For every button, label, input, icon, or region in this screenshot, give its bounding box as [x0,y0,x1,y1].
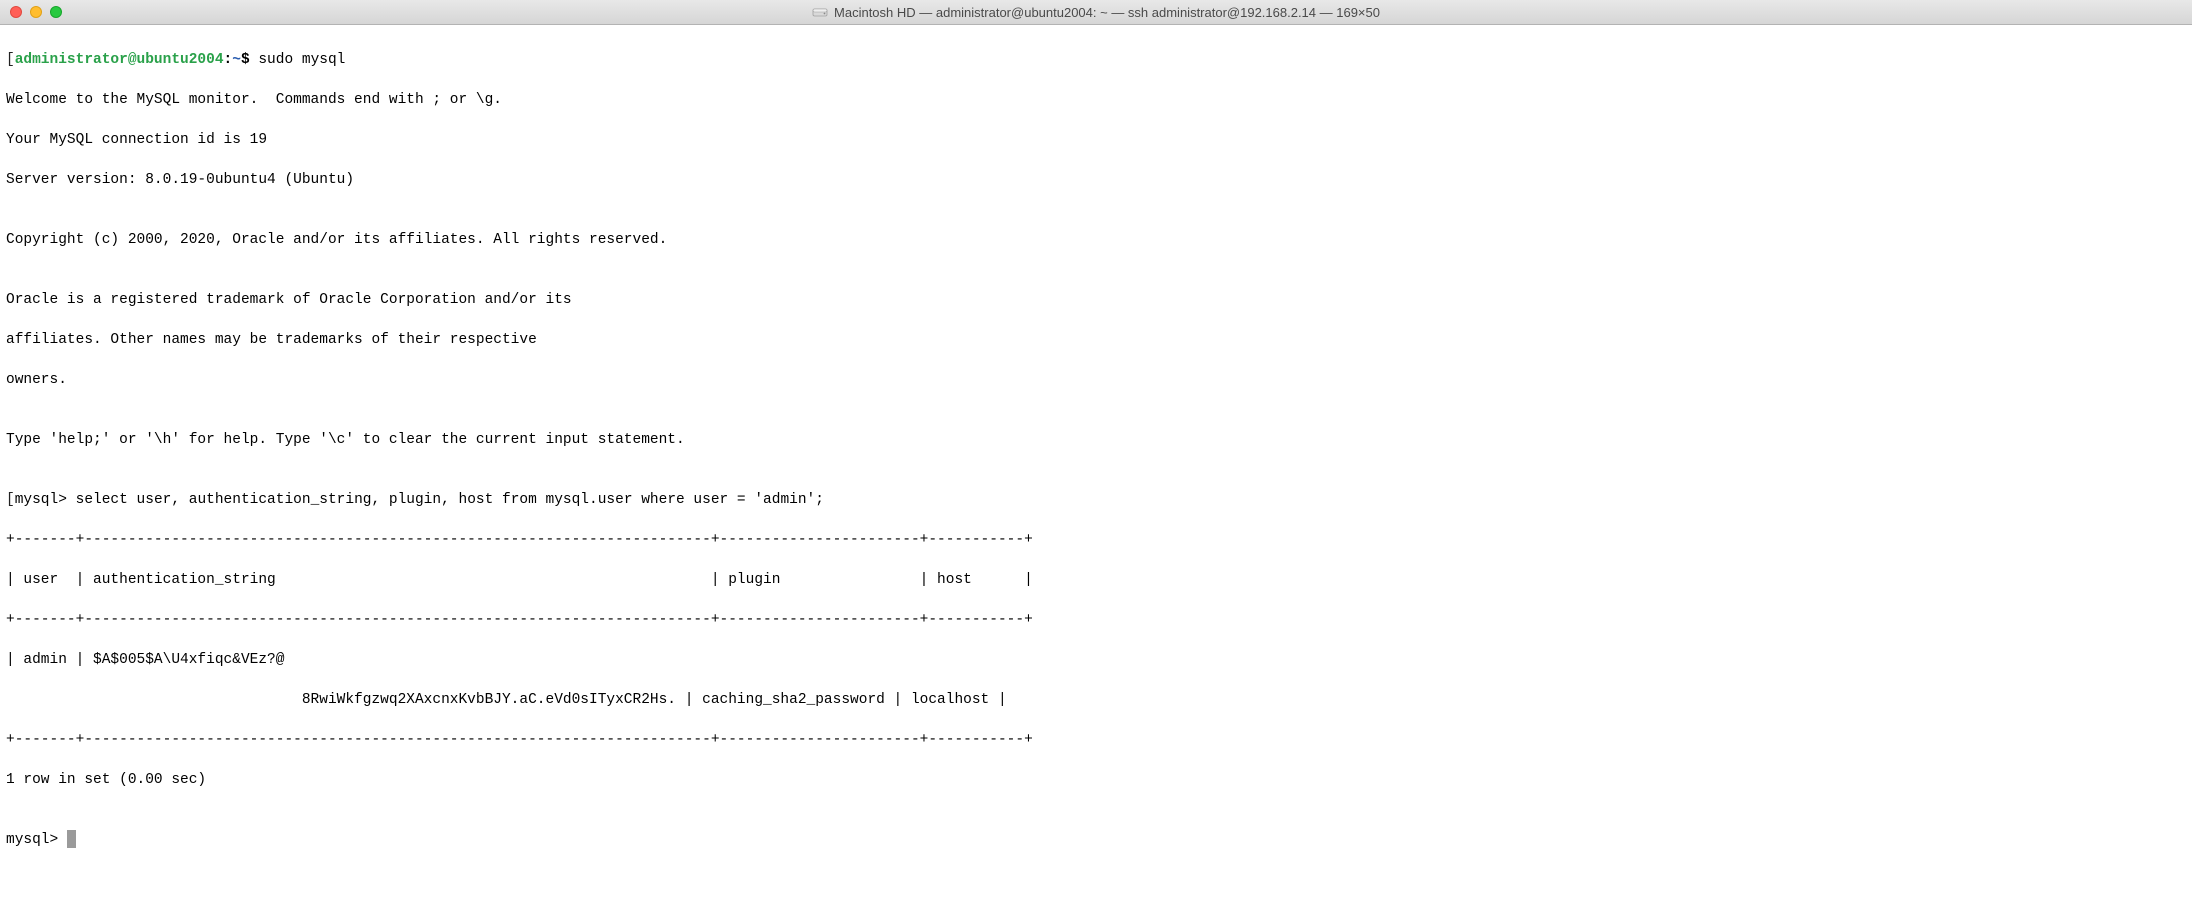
shell-command-text: sudo mysql [258,52,345,68]
close-window-button[interactable] [10,6,22,18]
mysql-table-row: | admin | $A$005$A\U4xfiqc&VEz?@ [6,650,2186,670]
shell-prompt-line: [administrator@ubuntu2004:~$ sudo mysql [6,50,2186,70]
mysql-banner-line: Welcome to the MySQL monitor. Commands e… [6,90,2186,110]
mysql-banner-line: Type 'help;' or '\h' for help. Type '\c'… [6,430,2186,450]
mysql-banner-line: Your MySQL connection id is 19 [6,130,2186,150]
mysql-banner-line: Copyright (c) 2000, 2020, Oracle and/or … [6,230,2186,250]
ps1-user-host: administrator@ubuntu2004 [15,52,224,68]
ps1-dollar: $ [241,52,250,68]
window-title: Macintosh HD — administrator@ubuntu2004:… [812,5,1380,20]
mysql-query-text: select user, authentication_string, plug… [76,492,824,508]
traffic-lights [10,6,62,18]
ps1-colon: : [224,52,233,68]
window-title-text: Macintosh HD — administrator@ubuntu2004:… [834,5,1380,20]
mysql-banner-line: Server version: 8.0.19-0ubuntu4 (Ubuntu) [6,170,2186,190]
mysql-query-line: [mysql> select user, authentication_stri… [6,490,2186,510]
mysql-table-border: +-------+-------------------------------… [6,530,2186,550]
terminal-cursor[interactable] [67,830,76,848]
mysql-bracket: [ [6,492,15,508]
mysql-prompt-line: mysql> [6,830,2186,850]
window-titlebar: Macintosh HD — administrator@ubuntu2004:… [0,0,2192,25]
mysql-table-border: +-------+-------------------------------… [6,610,2186,630]
mysql-table-header: | user | authentication_string | plugin … [6,570,2186,590]
mysql-result-summary: 1 row in set (0.00 sec) [6,770,2186,790]
mysql-banner-line: affiliates. Other names may be trademark… [6,330,2186,350]
mysql-table-row: 8RwiWkfgzwq2XAxcnxKvbBJY.aC.eVd0sITyxCR2… [6,690,2186,710]
mysql-banner-line: Oracle is a registered trademark of Orac… [6,290,2186,310]
mysql-prompt: mysql> [6,832,67,848]
minimize-window-button[interactable] [30,6,42,18]
mysql-table-border: +-------+-------------------------------… [6,730,2186,750]
mysql-prompt: mysql> [15,492,76,508]
mysql-banner-line: owners. [6,370,2186,390]
ps1-path: ~ [232,52,241,68]
terminal-body[interactable]: [administrator@ubuntu2004:~$ sudo mysql … [0,25,2192,875]
ps1-bracket: [ [6,52,15,68]
maximize-window-button[interactable] [50,6,62,18]
disk-icon [812,6,828,18]
